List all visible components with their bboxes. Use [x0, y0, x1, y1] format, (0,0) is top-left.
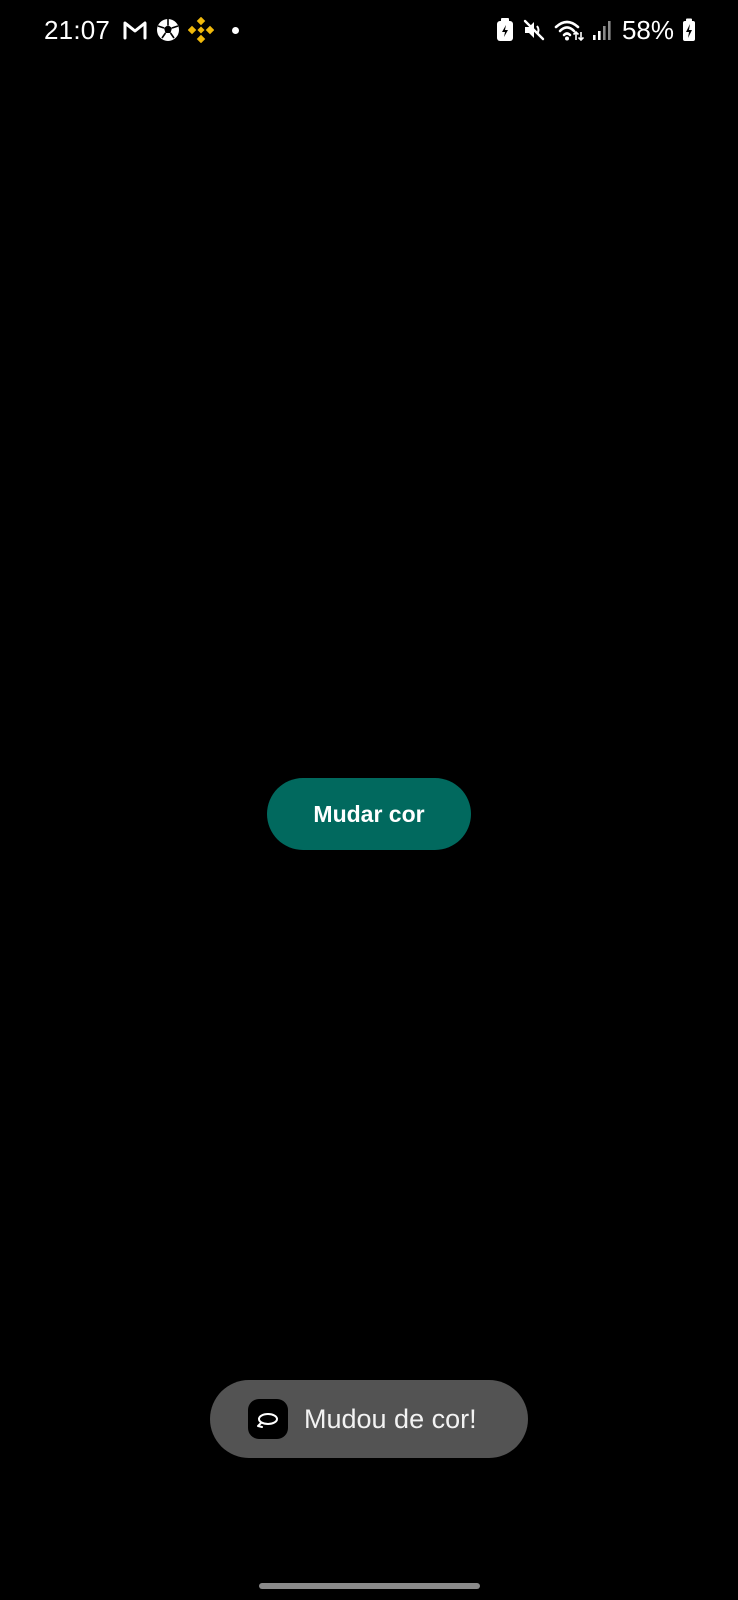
- soccer-ball-icon: [156, 18, 180, 42]
- notification-dot-icon: [232, 26, 240, 34]
- gmail-icon: [122, 19, 148, 41]
- mute-icon: [522, 18, 546, 42]
- battery-icon: [682, 18, 696, 42]
- change-color-button[interactable]: Mudar cor: [267, 778, 471, 850]
- status-bar-left: 21:07: [44, 12, 240, 48]
- status-bar: 21:07 58%: [0, 0, 738, 64]
- binance-icon: [188, 17, 215, 43]
- status-bar-right: 58%: [496, 12, 696, 48]
- toast-message: Mudou de cor!: [210, 1380, 528, 1458]
- status-clock: 21:07: [44, 14, 111, 45]
- battery-percentage: 58%: [621, 14, 674, 45]
- navigation-handle[interactable]: [259, 1583, 480, 1589]
- battery-saver-icon: [496, 18, 514, 42]
- app-rotate-icon: [248, 1399, 288, 1439]
- signal-icon: [592, 19, 612, 41]
- wifi-icon: [554, 18, 584, 42]
- toast-text: Mudou de cor!: [304, 1403, 477, 1434]
